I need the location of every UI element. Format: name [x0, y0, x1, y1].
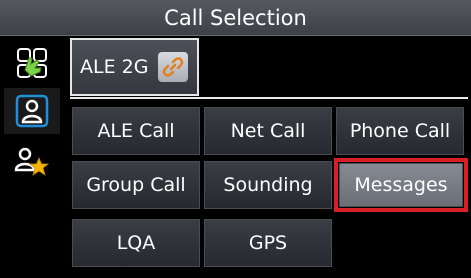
ale-mode-selector[interactable]: ALE 2G: [70, 38, 199, 96]
title-bar: Call Selection: [0, 0, 471, 36]
main-content: ALE 2G ALE Call Net Call Phone Call Grou…: [64, 36, 471, 278]
single-user-icon: [15, 94, 49, 128]
net-call-button[interactable]: Net Call: [204, 107, 332, 155]
sidebar-item-user[interactable]: [4, 88, 60, 134]
phone-call-button[interactable]: Phone Call: [336, 107, 464, 155]
ale-call-button[interactable]: ALE Call: [72, 107, 200, 155]
ale-mode-label: ALE 2G: [80, 56, 149, 78]
page-title: Call Selection: [164, 5, 307, 30]
waving-hand-radio-icon: [15, 46, 49, 80]
link-icon: [158, 52, 189, 82]
separator: [70, 97, 468, 99]
lqa-button[interactable]: LQA: [72, 219, 200, 267]
favorite-user-icon: [13, 144, 51, 178]
gps-button[interactable]: GPS: [204, 219, 332, 267]
messages-button[interactable]: Messages: [334, 158, 468, 212]
sidebar-item-contacts-grid[interactable]: [4, 40, 60, 86]
sounding-button[interactable]: Sounding: [204, 161, 332, 209]
sidebar-item-favorites[interactable]: [4, 138, 60, 184]
group-call-button[interactable]: Group Call: [72, 161, 200, 209]
sidebar: [0, 36, 64, 278]
